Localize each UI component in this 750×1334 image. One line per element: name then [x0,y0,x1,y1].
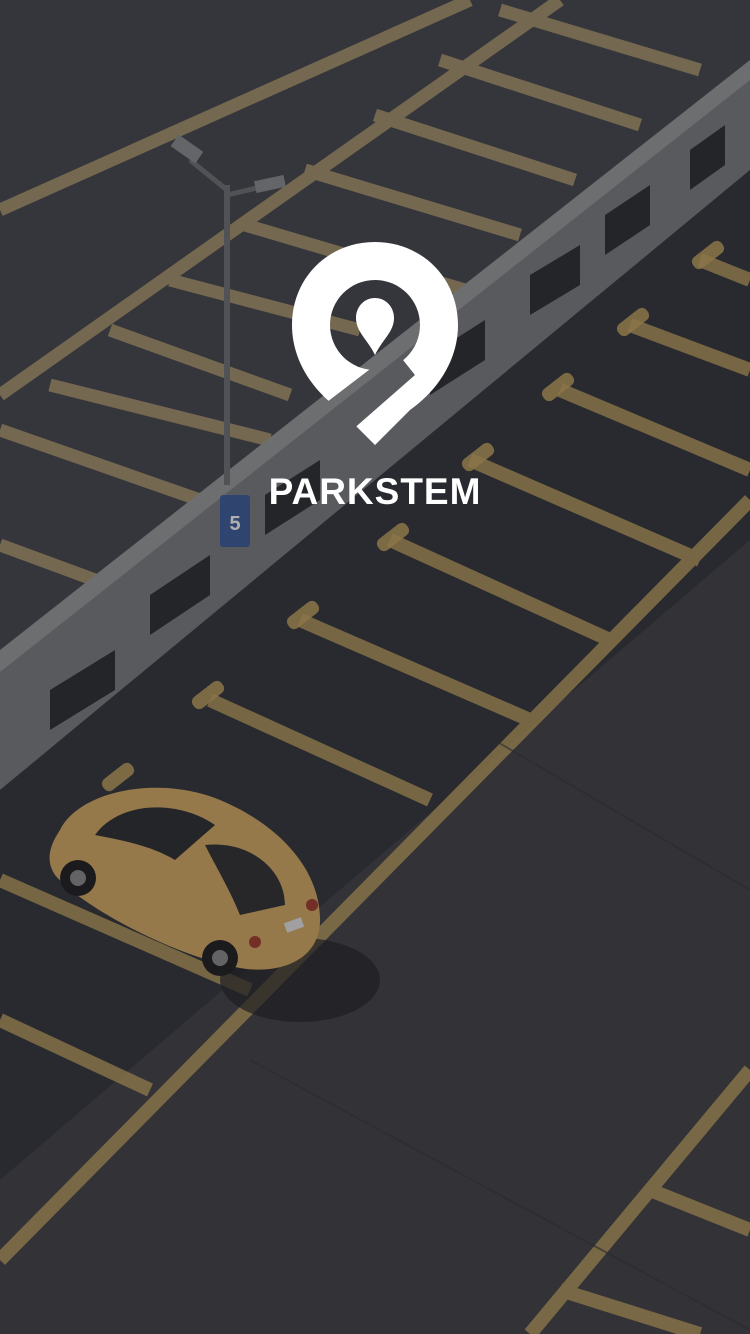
dark-overlay [0,0,750,1334]
brand-name: PARKSTEM [268,471,482,512]
map-pin-p-logo-icon [292,242,458,445]
brand-block: PARKSTEM [0,240,750,513]
splash-screen: 5 PARKSTEM [0,0,750,1334]
